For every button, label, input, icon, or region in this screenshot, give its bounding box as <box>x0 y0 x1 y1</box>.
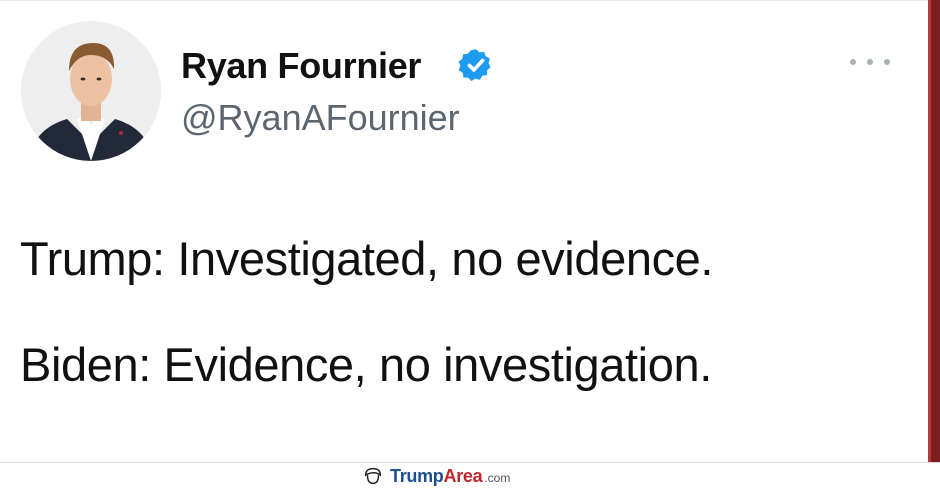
watermark-bar: TrumpArea .com <box>0 462 940 488</box>
watermark-brand: TrumpArea <box>390 465 483 487</box>
more-dot <box>867 59 873 65</box>
side-border <box>928 0 940 462</box>
user-handle[interactable]: @RyanAFournier <box>181 97 460 139</box>
more-horizontal-icon[interactable] <box>850 51 890 73</box>
more-dot <box>850 59 856 65</box>
watermark-suffix: .com <box>484 471 511 485</box>
trump-hair-icon <box>364 467 382 485</box>
avatar-image <box>21 21 161 161</box>
watermark-brand-part2: Area <box>443 465 483 486</box>
tweet-text-line-1: Trump: Investigated, no evidence. <box>20 232 714 285</box>
tweet-text-line-2: Biden: Evidence, no investigation. <box>20 338 712 391</box>
more-dot <box>884 59 890 65</box>
verified-badge-icon <box>458 47 494 83</box>
display-name[interactable]: Ryan Fournier <box>181 45 421 87</box>
tweet-card: Ryan Fournier @RyanAFournier Trump: Inve… <box>0 0 928 463</box>
avatar[interactable] <box>21 21 161 161</box>
watermark-brand-part1: Trump <box>390 465 444 486</box>
watermark-logo: TrumpArea .com <box>362 464 510 488</box>
